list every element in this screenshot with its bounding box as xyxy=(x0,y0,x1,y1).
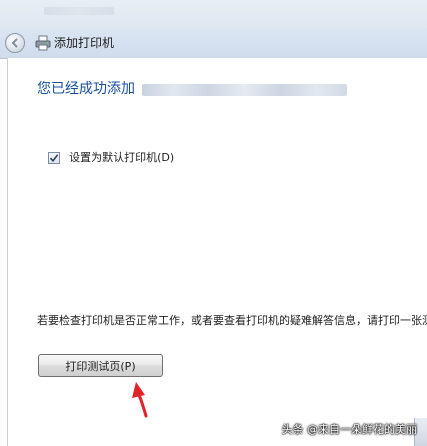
back-arrow-icon xyxy=(11,38,18,48)
print-test-page-button[interactable]: 打印测试页(P) xyxy=(38,354,163,377)
blurred-printer-name xyxy=(142,84,347,96)
add-printer-window: 添加打印机 您已经成功添加 设置为默认打印机(D) 若要检查打印机是否正常工作，… xyxy=(0,0,427,446)
success-heading-row: 您已经成功添加 xyxy=(37,78,135,100)
printer-icon xyxy=(35,35,51,51)
checkmark-icon xyxy=(49,154,59,163)
back-button[interactable] xyxy=(5,33,25,53)
window-title: 添加打印机 xyxy=(54,36,115,50)
default-printer-checkbox-row[interactable]: 设置为默认打印机(D) xyxy=(48,147,175,164)
red-arrow-icon xyxy=(132,382,148,418)
watermark-text: 头条 @来自一朵鲜花的美丽 xyxy=(281,423,418,436)
default-printer-label: 设置为默认打印机(D) xyxy=(69,150,175,164)
content-pane xyxy=(7,58,427,446)
test-page-info-text: 若要检查打印机是否正常工作，或者要查看打印机的疑难解答信息，请打印一张测 xyxy=(37,314,427,327)
success-heading: 您已经成功添加 xyxy=(37,81,135,97)
default-printer-checkbox[interactable] xyxy=(48,152,60,164)
background-window-strip xyxy=(0,0,427,28)
blurred-background-text xyxy=(44,7,114,15)
